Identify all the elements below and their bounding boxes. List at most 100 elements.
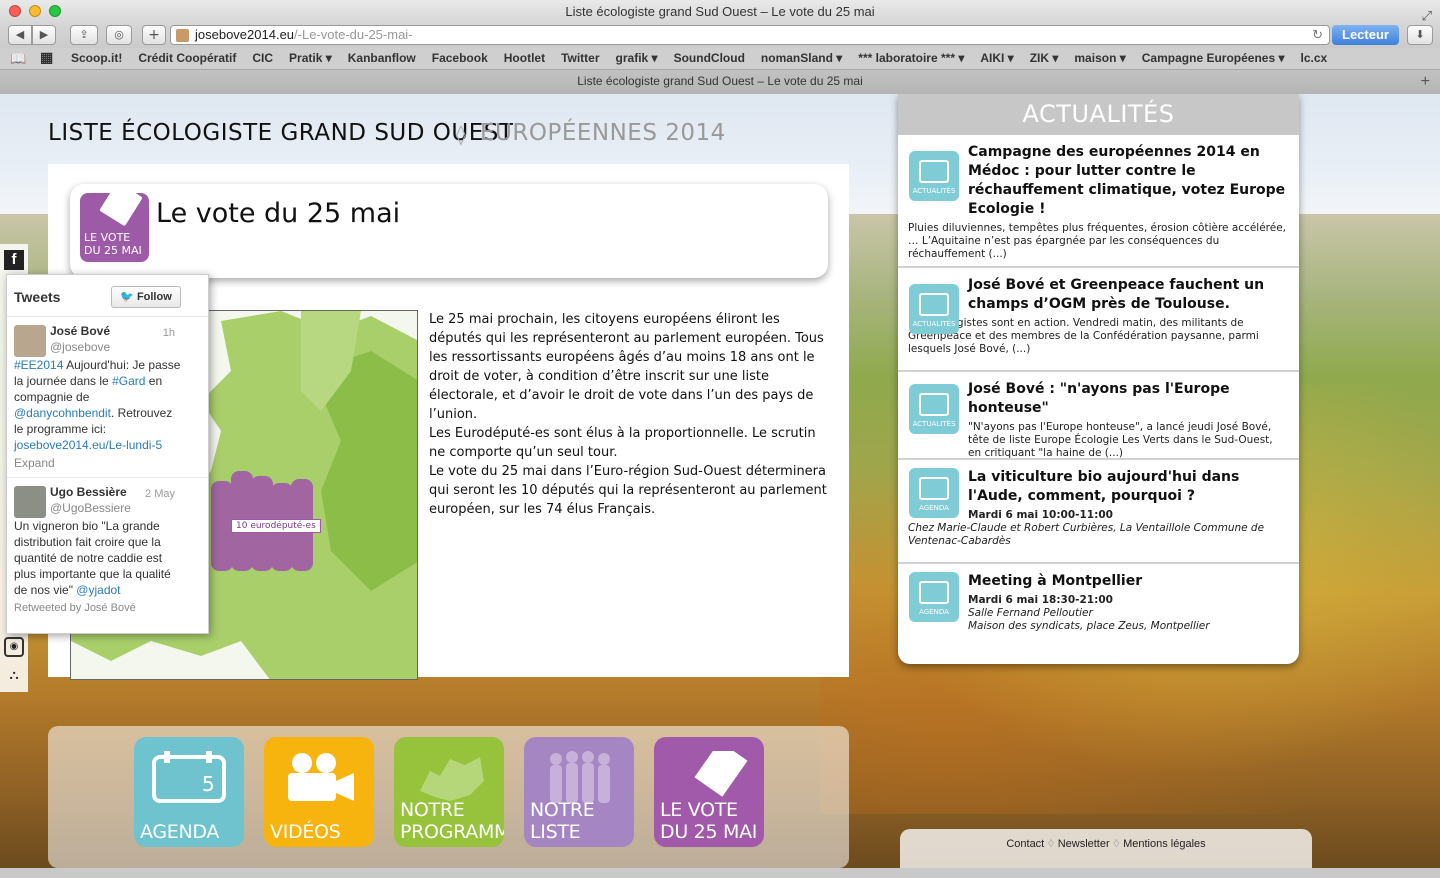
tweet[interactable]: José Bové @josebove 1h #EE2014 Aujourd'h…: [7, 317, 208, 478]
site-title[interactable]: LISTE ÉCOLOGISTE GRAND SUD OUEST: [48, 120, 513, 146]
bookmark-item[interactable]: Hootlet: [504, 51, 545, 65]
tab-bar: Liste écologiste grand Sud Ouest – Le vo…: [0, 69, 1440, 94]
maximize-window-button[interactable]: [49, 5, 61, 17]
window-titlebar: Liste écologiste grand Sud Ouest – Le vo…: [0, 0, 1440, 24]
tweet-author[interactable]: Ugo Bessière: [50, 484, 202, 500]
bookmarks-bar: 📖 ▦ Scoop.it! Crédit Coopératif CIC Prat…: [0, 48, 1440, 69]
bookmark-item[interactable]: Twitter: [561, 51, 599, 65]
bookmarks-icon[interactable]: 📖: [10, 51, 26, 67]
bookmark-item[interactable]: Facebook: [432, 51, 488, 65]
facebook-icon[interactable]: f: [4, 250, 24, 270]
article-body: Le 25 mai prochain, les citoyens europée…: [429, 310, 833, 519]
topsites-button[interactable]: ◎: [106, 25, 132, 45]
share-button[interactable]: ⇪: [70, 25, 98, 45]
agenda-item[interactable]: AGENDA Meeting à Montpellier Mardi 6 mai…: [898, 564, 1299, 662]
news-icon-caption: ACTUALITÉS: [912, 187, 956, 195]
avatar[interactable]: [14, 325, 46, 357]
svg-text:5: 5: [202, 772, 215, 796]
reload-icon[interactable]: ↻: [1312, 26, 1323, 44]
active-tab[interactable]: Liste écologiste grand Sud Ouest – Le vo…: [577, 74, 863, 88]
agenda-title[interactable]: Meeting à Montpellier: [968, 572, 1289, 591]
news-title[interactable]: José Bové et Greenpeace fauchent un cham…: [968, 276, 1289, 314]
tweet-author[interactable]: José Bové: [50, 323, 202, 339]
site-footer-links: Contact ◊ Newsletter ◊ Mentions légales: [900, 829, 1312, 868]
tweet-handle[interactable]: @UgoBessiere: [50, 500, 202, 516]
new-tab-button[interactable]: +: [142, 25, 166, 45]
tweet-mention[interactable]: @danycohnbendit: [14, 406, 111, 420]
forward-button[interactable]: ▶: [32, 25, 56, 45]
bookmark-item[interactable]: grafik ▾: [616, 51, 658, 65]
tweet-handle[interactable]: @josebove: [50, 339, 202, 355]
bookmark-item[interactable]: Kanbanflow: [348, 51, 416, 65]
back-button[interactable]: ◀: [8, 25, 32, 45]
tweet-hashtag[interactable]: #Gard: [112, 374, 145, 388]
news-title[interactable]: José Bové : "n'ayons pas l'Europe honteu…: [968, 380, 1289, 418]
news-header: ACTUALITÉS: [898, 94, 1299, 135]
nav-tile-agenda[interactable]: 5 AGENDA: [134, 737, 244, 847]
nav-tile-vote[interactable]: LE VOTE DU 25 MAI: [654, 737, 764, 847]
bookmark-item[interactable]: maison ▾: [1074, 51, 1125, 65]
vote-icon: LE VOTE DU 25 MAI: [80, 193, 149, 262]
grid-icon[interactable]: ▦: [40, 49, 53, 66]
agenda-place: Salle Fernand Pelloutier: [968, 607, 1093, 619]
bookmark-item[interactable]: CIC: [252, 51, 273, 65]
bookmark-item[interactable]: AIKI ▾: [980, 51, 1013, 65]
tweet-hashtag[interactable]: #EE2014: [14, 358, 63, 372]
news-item[interactable]: ACTUALITÉS José Bové et Greenpeace fauch…: [898, 268, 1299, 372]
follow-button[interactable]: 🐦 Follow: [111, 286, 181, 308]
bookmark-item[interactable]: lc.cx: [1301, 51, 1328, 65]
tweet-time[interactable]: 1h: [163, 325, 175, 341]
plus-icon: +: [148, 27, 160, 43]
bookmark-item[interactable]: Pratik ▾: [289, 51, 332, 65]
news-desc: Pluies diluviennes, tempêtes plus fréque…: [908, 222, 1287, 260]
news-item[interactable]: ACTUALITÉS Campagne des européennes 2014…: [898, 135, 1299, 268]
nav-tile-liste[interactable]: NOTRE LISTE: [524, 737, 634, 847]
ballot-icon: [99, 193, 143, 227]
agenda-item[interactable]: AGENDA La viticulture bio aujourd'hui da…: [898, 460, 1299, 564]
tweet[interactable]: Ugo Bessière @UgoBessiere 2 May Un vigne…: [7, 478, 208, 622]
footer-link-contact[interactable]: Contact: [1006, 838, 1044, 850]
agenda-title[interactable]: La viticulture bio aujourd'hui dans l'Au…: [968, 468, 1289, 506]
footer-link-newsletter[interactable]: Newsletter: [1058, 838, 1110, 850]
agenda-icon-caption: AGENDA: [919, 608, 949, 616]
nav-tile-label: NOTRE PROGRAMME: [400, 799, 504, 843]
bookmark-item[interactable]: ZIK ▾: [1030, 51, 1059, 65]
article-paragraph: Le vote du 25 mai dans l’Euro-région Sud…: [429, 464, 827, 517]
vote-icon-label: LE VOTE DU 25 MAI: [84, 231, 142, 257]
web-page: LISTE ÉCOLOGISTE GRAND SUD OUEST ◊ EUROP…: [0, 94, 1440, 868]
download-button[interactable]: ⬇: [1407, 25, 1433, 45]
reader-button[interactable]: Lecteur: [1332, 25, 1399, 45]
url-domain: josebove2014.eu: [195, 27, 295, 42]
bookmark-item[interactable]: *** laboratoire *** ▾: [858, 51, 964, 65]
news-icon: ACTUALITÉS: [909, 284, 959, 334]
minimize-window-button[interactable]: [29, 5, 41, 17]
news-title[interactable]: Campagne des européennes 2014 en Médoc :…: [968, 143, 1289, 219]
news-item[interactable]: ACTUALITÉS José Bové : "n'ayons pas l'Eu…: [898, 372, 1299, 460]
external-icon[interactable]: ⛬: [4, 666, 24, 686]
instagram-icon[interactable]: ◉: [4, 637, 24, 657]
tweet-expand[interactable]: Expand: [14, 455, 202, 471]
status-bar: [0, 868, 1440, 878]
nav-tile-label: LE VOTE DU 25 MAI: [660, 799, 758, 843]
follow-label: Follow: [136, 291, 172, 303]
add-tab-icon[interactable]: +: [1421, 70, 1430, 93]
calendar-icon: AGENDA: [909, 468, 959, 518]
footer-link-mentions[interactable]: Mentions légales: [1123, 838, 1206, 850]
bookmark-item[interactable]: SoundCloud: [674, 51, 745, 65]
bookmark-item[interactable]: Campagne Européenes ▾: [1142, 51, 1285, 65]
bookmark-item[interactable]: Crédit Coopératif: [138, 51, 236, 65]
tweet-mention[interactable]: @yjadot: [76, 583, 120, 597]
address-bar[interactable]: josebove2014.eu/-Le-vote-du-25-mai- ↻: [170, 25, 1330, 45]
nav-tile-programme[interactable]: NOTRE PROGRAMME: [394, 737, 504, 847]
bookmark-item[interactable]: Scoop.it!: [71, 51, 122, 65]
avatar[interactable]: [14, 486, 46, 518]
site-subtitle: EUROPÉENNES 2014: [480, 120, 726, 146]
calendar-icon: AGENDA: [909, 572, 959, 622]
tweet-link[interactable]: josebove2014.eu/Le-lundi-5: [14, 438, 162, 452]
url-path: /-Le-vote-du-25-mai-: [294, 27, 413, 42]
bookmark-item[interactable]: nomanSland ▾: [761, 51, 842, 65]
nav-tile-videos[interactable]: VIDÉOS: [264, 737, 374, 847]
footer-separator: ◊: [1048, 838, 1054, 850]
close-window-button[interactable]: [9, 5, 21, 17]
tweet-time[interactable]: 2 May: [145, 486, 175, 502]
